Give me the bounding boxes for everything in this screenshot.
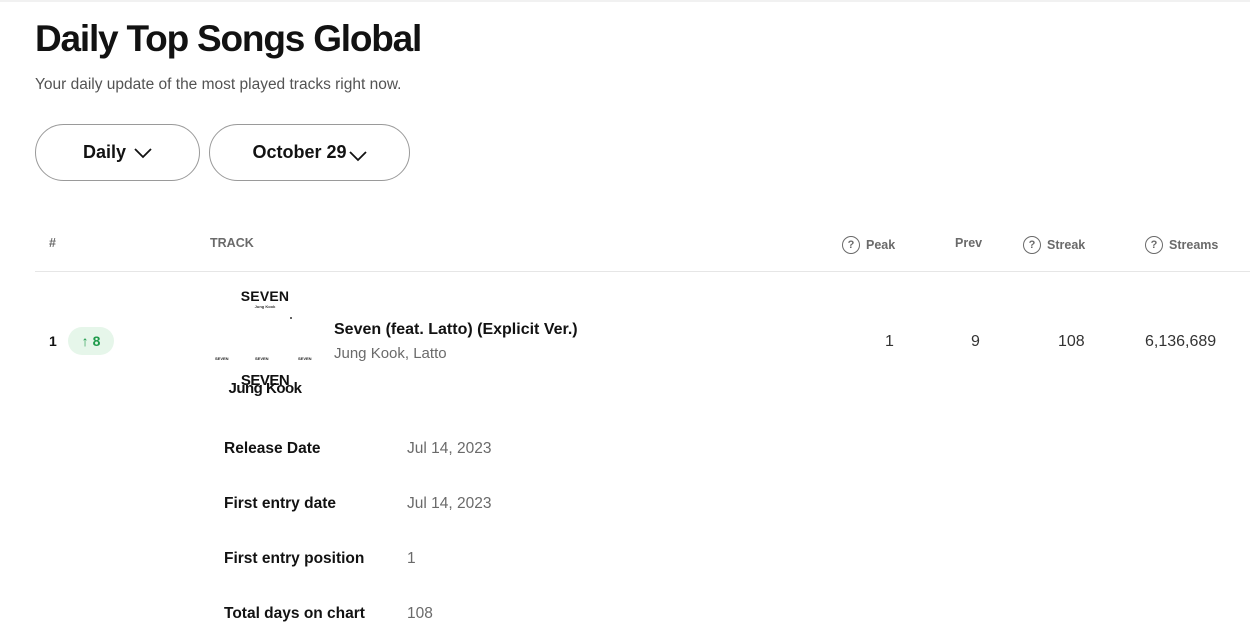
album-art-title: SEVEN [240, 288, 290, 304]
peak-value: 1 [885, 333, 894, 350]
streak-header-label: Streak [1047, 238, 1086, 252]
column-header-prev: Prev [955, 236, 982, 250]
row-rank: 1 [49, 333, 57, 349]
album-art-bottom-artist: Jung Kook [228, 380, 303, 396]
streak-value: 108 [1058, 333, 1085, 350]
detail-label-first-entry-position: First entry position [224, 550, 365, 567]
detail-label-release-date: Release Date [224, 440, 321, 457]
album-art-artist: Jung Kook [254, 304, 276, 309]
help-icon[interactable]: ? [1023, 236, 1041, 254]
frequency-dropdown[interactable]: Daily [35, 124, 200, 181]
track-artists[interactable]: Jung Kook, Latto [334, 345, 447, 362]
column-header-streak: ? Streak [1023, 236, 1085, 254]
page-subtitle: Your daily update of the most played tra… [35, 76, 402, 93]
movement-badge: ↑ 8 [68, 327, 114, 355]
detail-label-first-entry-date: First entry date [224, 495, 336, 512]
column-header-track: TRACK [210, 236, 254, 250]
streams-value: 6,136,689 [1145, 333, 1217, 350]
album-art-mini-label: SEVEN [255, 356, 269, 361]
detail-value-total-days: 108 [407, 605, 433, 622]
column-header-streams: ? Streams [1145, 236, 1218, 254]
peak-header-label: Peak [866, 238, 896, 252]
chevron-down-icon [134, 147, 152, 158]
album-art-mini-label: SEVEN [298, 356, 312, 361]
header-divider [35, 271, 1250, 272]
album-art-dot [290, 317, 292, 319]
detail-label-total-days: Total days on chart [224, 605, 365, 622]
track-header-label: TRACK [210, 236, 254, 250]
detail-value-release-date: Jul 14, 2023 [407, 440, 492, 457]
column-header-peak: ? Peak [842, 236, 895, 254]
arrow-up-icon: ↑ [81, 333, 89, 349]
prev-header-label: Prev [955, 236, 983, 250]
column-header-rank: # [49, 236, 56, 250]
streams-header-label: Streams [1169, 238, 1219, 252]
top-divider [0, 0, 1250, 2]
date-label: October 29 [252, 142, 347, 162]
album-art[interactable]: SEVEN Jung Kook SEVEN SEVEN SEVEN SEVEN … [210, 284, 320, 396]
date-dropdown[interactable]: October 29 [209, 124, 410, 181]
help-icon[interactable]: ? [842, 236, 860, 254]
movement-value: 8 [92, 333, 101, 349]
detail-value-first-entry-date: Jul 14, 2023 [407, 495, 492, 512]
page-title: Daily Top Songs Global [35, 18, 422, 59]
rank-header-label: # [49, 236, 56, 250]
album-art-mini-label: SEVEN [215, 356, 229, 361]
frequency-label: Daily [82, 142, 127, 162]
chevron-down-icon [348, 150, 367, 161]
help-icon[interactable]: ? [1145, 236, 1163, 254]
detail-value-first-entry-position: 1 [407, 550, 416, 567]
prev-value: 9 [971, 333, 980, 350]
track-title[interactable]: Seven (feat. Latto) (Explicit Ver.) [334, 321, 578, 339]
